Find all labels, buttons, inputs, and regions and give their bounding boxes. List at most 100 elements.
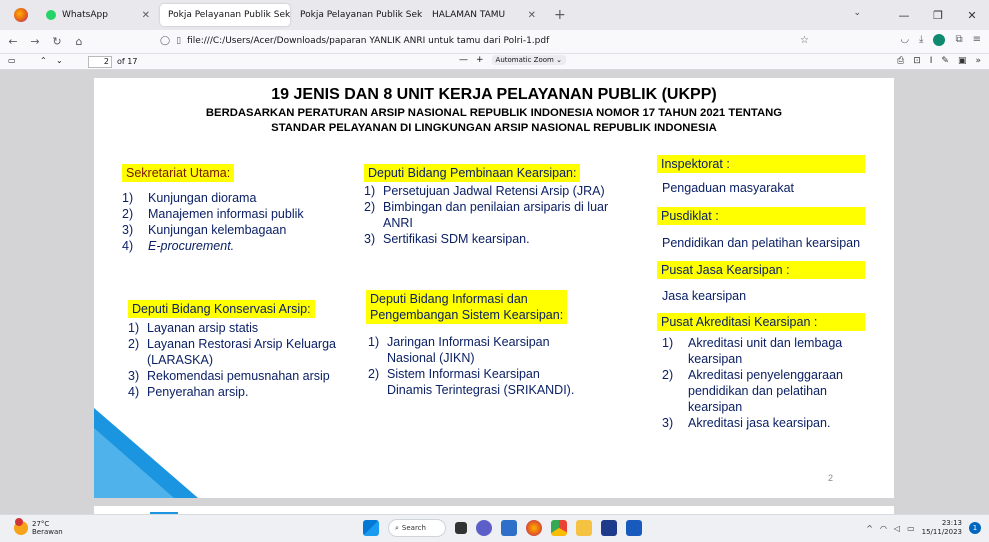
tab-halaman-tamu[interactable]: HALAMAN TAMU ✕	[424, 4, 544, 26]
item-number: 1)	[364, 184, 376, 198]
text-tool-icon[interactable]: I	[930, 56, 933, 66]
decorative-triangle-light	[94, 428, 174, 498]
firefox-icon[interactable]	[14, 8, 28, 22]
sidebar-toggle-icon[interactable]: ▭	[8, 56, 16, 65]
image-icon[interactable]: ▣	[958, 56, 967, 66]
draw-icon[interactable]: ✎	[941, 56, 949, 66]
menu-icon[interactable]: ≡	[973, 34, 981, 46]
chat-icon[interactable]	[476, 520, 492, 536]
list-item: 1) Kunjungan diorama	[122, 190, 352, 206]
search-input[interactable]: ⌕ Search	[388, 519, 446, 537]
item-number: 1)	[128, 321, 140, 335]
whatsapp-icon	[46, 10, 56, 20]
store-icon[interactable]	[601, 520, 617, 536]
pdf-page-next	[94, 506, 894, 514]
close-window-icon[interactable]: ✕	[955, 9, 989, 22]
pdf-tools: ⎙ ⊡ I ✎ ▣ »	[897, 56, 981, 66]
slide-title: 19 JENIS DAN 8 UNIT KERJA PELAYANAN PUBL…	[271, 86, 717, 103]
word-doc-icon[interactable]	[626, 520, 642, 536]
list-item: 1) Jaringan Informasi Kearsipan Nasional …	[368, 334, 588, 366]
back-icon[interactable]: ←	[4, 35, 22, 48]
pocket-icon[interactable]: ◡	[900, 34, 909, 46]
pusdiklat-text: Pendidikan dan pelatihan kearsipan	[662, 236, 861, 250]
chevron-up-icon[interactable]: ^	[866, 524, 873, 533]
new-tab-button[interactable]: +	[546, 7, 574, 23]
zoom-select[interactable]: Automatic Zoom ⌄	[491, 55, 566, 65]
more-tools-icon[interactable]: »	[975, 56, 981, 66]
speaker-icon[interactable]: ◁	[894, 524, 900, 533]
item-text: Persetujuan Jadwal Retensi Arsip (JRA)	[383, 184, 605, 198]
item-text: Akreditasi penyelenggaraan pendidikan da…	[688, 368, 843, 414]
nav-toolbar-right: ◡ ⤓ ⧉ ≡	[900, 34, 981, 46]
pdf-toolbar: ▭ ⌃ ⌄ 2 of 17 — + Automatic Zoom ⌄ ⎙ ⊡ I…	[0, 54, 989, 70]
tab-whatsapp[interactable]: WhatsApp ✕	[38, 4, 158, 26]
item-number: 3)	[128, 369, 140, 383]
tab-label: Pokja Pelayanan Publik Sekretariat	[168, 10, 290, 20]
minimize-icon[interactable]: —	[887, 9, 921, 22]
item-number: 3)	[122, 223, 134, 237]
start-icon[interactable]	[363, 520, 379, 536]
item-number: 2)	[122, 207, 134, 221]
item-text: Kunjungan kelembagaan	[148, 223, 287, 237]
time: 23:13	[941, 519, 962, 527]
search-label: Search	[401, 524, 426, 532]
file-icon: ▯	[176, 36, 182, 46]
url-text: file:///C:/Users/Acer/Downloads/paparan …	[187, 36, 550, 46]
list-item: 3) Rekomendasi pemusnahan arsip	[128, 368, 358, 384]
informasi-list: 1) Jaringan Informasi Kearsipan Nasional …	[368, 334, 588, 398]
reload-icon[interactable]: ↻	[48, 35, 66, 48]
notification-icon[interactable]: 1	[969, 522, 981, 534]
clock[interactable]: 23:13 15/11/2023	[922, 519, 962, 537]
shield-icon: ◯	[160, 36, 171, 46]
previous-page-icon[interactable]: ⌃	[40, 56, 47, 65]
account-icon[interactable]	[933, 34, 946, 46]
weather-condition: Berawan	[32, 528, 63, 536]
weather-widget[interactable]: 27°C Berawan	[14, 518, 63, 536]
save-icon[interactable]: ⊡	[913, 56, 921, 66]
close-icon[interactable]: ✕	[522, 10, 536, 21]
sekretariat-heading: Sekretariat Utama:	[122, 164, 235, 182]
battery-icon[interactable]: ▭	[907, 524, 915, 533]
list-item: 3) Kunjungan kelembagaan	[122, 222, 352, 238]
chrome-icon[interactable]	[551, 520, 567, 536]
item-text: Akreditasi unit dan lembaga kearsipan	[688, 336, 843, 366]
item-text: Jaringan Informasi Kearsipan Nasional (J…	[387, 335, 550, 365]
home-icon[interactable]: ⌂	[70, 35, 88, 48]
address-bar[interactable]: ◯ ▯ file:///C:/Users/Acer/Downloads/papa…	[160, 31, 800, 51]
jasa-text: Jasa kearsipan	[662, 289, 747, 303]
tab-pokja-2[interactable]: Pokja Pelayanan Publik Sekretariat ✕	[292, 4, 422, 26]
maximize-icon[interactable]: ❐	[921, 9, 955, 22]
print-icon[interactable]: ⎙	[897, 56, 904, 66]
weather-icon	[14, 518, 28, 535]
pembinaan-heading: Deputi Bidang Pembinaan Kearsipan:	[364, 164, 581, 182]
list-item: 4) Penyerahan arsip.	[128, 384, 358, 400]
item-number: 2)	[128, 337, 140, 351]
wifi-icon[interactable]: ◠	[880, 524, 887, 533]
close-icon[interactable]: ✕	[136, 10, 150, 21]
file-explorer-icon[interactable]	[576, 520, 592, 536]
item-text: E-procurement.	[148, 239, 235, 253]
weather-text: 27°C Berawan	[32, 520, 63, 536]
page-number-input[interactable]: 2	[88, 56, 112, 68]
zoom-in-button[interactable]: +	[476, 55, 484, 65]
bookmark-star-icon[interactable]: ☆	[800, 35, 809, 46]
item-text: Sertifikasi SDM kearsipan.	[383, 232, 530, 246]
window-controls: — ❐ ✕	[887, 0, 989, 30]
heading-line: Deputi Bidang Informasi dan	[370, 292, 528, 306]
item-text: Manajemen informasi publik	[148, 207, 304, 221]
tab-pokja-1[interactable]: Pokja Pelayanan Publik Sekretariat ✕	[160, 4, 290, 26]
word-icon[interactable]	[501, 520, 517, 536]
chevron-down-icon[interactable]: ⌄	[853, 8, 861, 18]
task-view-icon[interactable]	[455, 522, 467, 534]
extensions-icon[interactable]: ⧉	[955, 34, 962, 46]
item-text: Rekomendasi pemusnahan arsip	[147, 369, 330, 383]
next-page-icon[interactable]: ⌄	[56, 56, 63, 65]
forward-icon[interactable]: →	[26, 35, 44, 48]
zoom-controls: — + Automatic Zoom ⌄	[459, 55, 566, 65]
download-icon[interactable]: ⤓	[919, 34, 923, 46]
firefox-taskbar-icon[interactable]	[526, 520, 542, 536]
zoom-out-button[interactable]: —	[459, 55, 468, 65]
pdf-viewer[interactable]: 19 JENIS DAN 8 UNIT KERJA PELAYANAN PUBL…	[0, 70, 989, 514]
item-number: 1)	[368, 335, 380, 349]
tab-bar: WhatsApp ✕ Pokja Pelayanan Publik Sekret…	[0, 0, 989, 30]
